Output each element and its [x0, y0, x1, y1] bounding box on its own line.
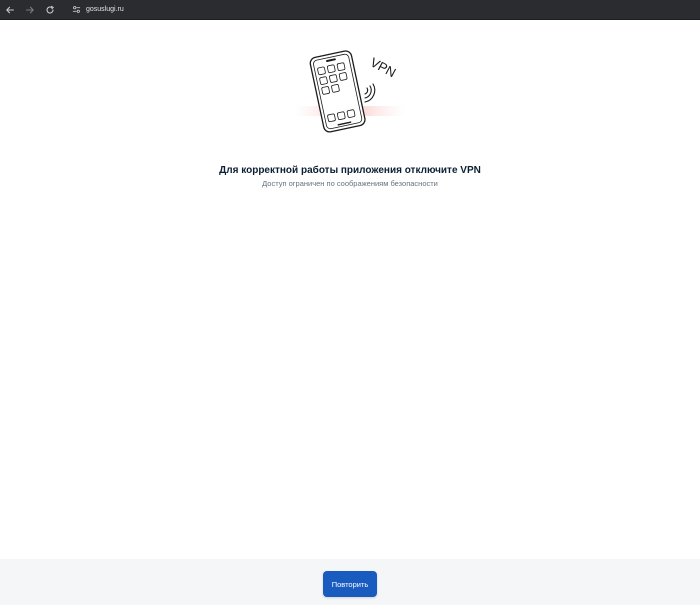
retry-button[interactable]: Повторить — [323, 571, 377, 597]
forward-button[interactable] — [22, 2, 38, 18]
browser-toolbar: gosuslugi.ru — [0, 0, 700, 20]
url-text[interactable]: gosuslugi.ru — [86, 6, 124, 13]
back-button[interactable] — [2, 2, 18, 18]
reload-icon — [46, 5, 54, 13]
vpn-phone-illustration: VPN — [295, 50, 405, 133]
arrow-left-icon — [6, 6, 15, 13]
page-title: Для корректной работы приложения отключи… — [219, 165, 481, 176]
signal-waves-icon — [364, 83, 376, 103]
site-info-button[interactable] — [70, 4, 82, 16]
arrow-right-icon — [25, 6, 34, 13]
phone-icon — [309, 50, 366, 133]
footer: Повторить — [0, 559, 700, 605]
reload-button[interactable] — [42, 2, 58, 18]
tune-icon — [72, 6, 80, 13]
page-content: VPN Для корректной работы приложения отк… — [0, 20, 700, 559]
address-bar[interactable]: gosuslugi.ru — [66, 2, 132, 18]
vpn-label: VPN — [368, 54, 399, 80]
page-subtitle: Доступ ограничен по соображениям безопас… — [262, 179, 438, 188]
